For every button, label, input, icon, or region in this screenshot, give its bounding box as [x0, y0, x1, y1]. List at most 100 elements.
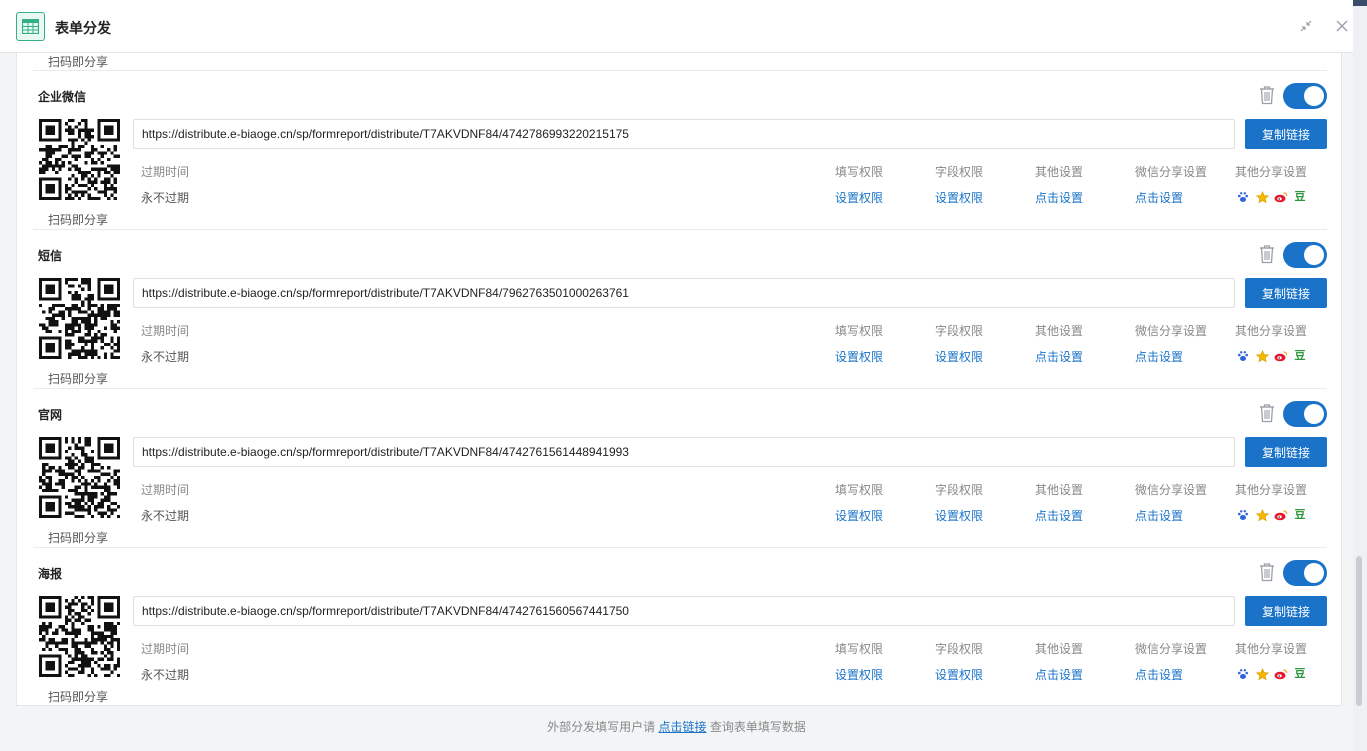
enable-toggle[interactable]	[1283, 560, 1327, 586]
wechat-share-link[interactable]: 点击设置	[1135, 348, 1183, 365]
field-permission-link[interactable]: 设置权限	[935, 189, 983, 206]
wechat-share-link[interactable]: 点击设置	[1135, 507, 1183, 524]
field-permission-header: 字段权限	[935, 483, 984, 497]
weibo-icon[interactable]	[1274, 349, 1288, 363]
enable-toggle[interactable]	[1283, 242, 1327, 268]
trash-icon[interactable]	[1258, 403, 1276, 423]
douban-icon[interactable]: 豆	[1293, 667, 1307, 681]
weibo-icon[interactable]	[1274, 508, 1288, 522]
qr-code	[39, 119, 120, 200]
fill-permission-link[interactable]: 设置权限	[835, 189, 883, 206]
expire-value: 永不过期	[141, 191, 190, 205]
channel-name: 短信	[38, 249, 63, 263]
other-settings-link[interactable]: 点击设置	[1035, 348, 1083, 365]
channel-section: 短信 扫码即分享 https://distribute.e-biaoge.cn/…	[17, 230, 1341, 389]
qr-caption: 扫码即分享	[48, 531, 109, 545]
field-permission-link[interactable]: 设置权限	[935, 348, 983, 365]
trash-icon[interactable]	[1258, 562, 1276, 582]
channel-section: 海报 扫码即分享 https://distribute.e-biaoge.cn/…	[17, 548, 1341, 705]
weibo-icon[interactable]	[1274, 190, 1288, 204]
expire-value: 永不过期	[141, 509, 190, 523]
douban-icon[interactable]: 豆	[1293, 190, 1307, 204]
star-icon[interactable]	[1255, 190, 1269, 204]
channel-name: 官网	[38, 408, 63, 422]
distribution-list[interactable]: 扫码即分享 企业微信 扫码即分享 https://distribute.e-bi…	[16, 53, 1342, 706]
other-settings-header: 其他设置	[1035, 324, 1084, 338]
share-url-field[interactable]: https://distribute.e-biaoge.cn/sp/formre…	[133, 596, 1235, 626]
scrollbar[interactable]	[1356, 556, 1362, 706]
fill-permission-header: 填写权限	[835, 165, 884, 179]
expire-header: 过期时间	[141, 483, 190, 497]
wechat-share-header: 微信分享设置	[1135, 642, 1208, 656]
fill-permission-header: 填写权限	[835, 324, 884, 338]
expire-header: 过期时间	[141, 642, 190, 656]
copy-link-button[interactable]: 复制链接	[1245, 596, 1327, 626]
copy-link-button[interactable]: 复制链接	[1245, 437, 1327, 467]
fill-permission-link[interactable]: 设置权限	[835, 507, 883, 524]
share-url-field[interactable]: https://distribute.e-biaoge.cn/sp/formre…	[133, 437, 1235, 467]
star-icon[interactable]	[1255, 349, 1269, 363]
fill-permission-header: 填写权限	[835, 483, 884, 497]
field-permission-header: 字段权限	[935, 642, 984, 656]
other-settings-link[interactable]: 点击设置	[1035, 507, 1083, 524]
share-icons: 豆	[1236, 190, 1307, 204]
baidu-paw-icon[interactable]	[1236, 349, 1250, 363]
douban-icon[interactable]: 豆	[1293, 349, 1307, 363]
dialog-header: 表单分发	[0, 0, 1353, 53]
copy-link-button[interactable]: 复制链接	[1245, 278, 1327, 308]
close-icon[interactable]	[1333, 17, 1351, 35]
trash-icon[interactable]	[1258, 85, 1276, 105]
dialog-title: 表单分发	[55, 20, 111, 36]
other-settings-link[interactable]: 点击设置	[1035, 189, 1083, 206]
wechat-share-header: 微信分享设置	[1135, 324, 1208, 338]
fill-permission-link[interactable]: 设置权限	[835, 348, 883, 365]
qr-caption: 扫码即分享	[48, 690, 109, 704]
field-permission-link[interactable]: 设置权限	[935, 507, 983, 524]
other-settings-header: 其他设置	[1035, 165, 1084, 179]
channel-name: 海报	[38, 567, 63, 581]
minimize-icon[interactable]	[1297, 17, 1315, 35]
weibo-icon[interactable]	[1274, 667, 1288, 681]
footer-note: 外部分发填写用户请 点击链接 查询表单填写数据	[0, 718, 1353, 735]
other-settings-link[interactable]: 点击设置	[1035, 666, 1083, 683]
other-settings-header: 其他设置	[1035, 642, 1084, 656]
share-icons: 豆	[1236, 349, 1307, 363]
wechat-share-link[interactable]: 点击设置	[1135, 666, 1183, 683]
other-share-header: 其他分享设置	[1235, 483, 1308, 497]
qr-caption: 扫码即分享	[48, 55, 109, 69]
enable-toggle[interactable]	[1283, 83, 1327, 109]
toggle-knob	[1304, 404, 1324, 424]
channel-name: 企业微信	[38, 90, 87, 104]
wechat-share-header: 微信分享设置	[1135, 165, 1208, 179]
baidu-paw-icon[interactable]	[1236, 667, 1250, 681]
field-permission-header: 字段权限	[935, 165, 984, 179]
baidu-paw-icon[interactable]	[1236, 190, 1250, 204]
toggle-knob	[1304, 86, 1324, 106]
trash-icon[interactable]	[1258, 244, 1276, 264]
table-icon	[16, 12, 45, 41]
star-icon[interactable]	[1255, 667, 1269, 681]
qr-code	[39, 596, 120, 677]
qr-code	[39, 437, 120, 518]
fill-permission-link[interactable]: 设置权限	[835, 666, 883, 683]
other-share-header: 其他分享设置	[1235, 642, 1308, 656]
baidu-paw-icon[interactable]	[1236, 508, 1250, 522]
star-icon[interactable]	[1255, 508, 1269, 522]
field-permission-link[interactable]: 设置权限	[935, 666, 983, 683]
wechat-share-link[interactable]: 点击设置	[1135, 189, 1183, 206]
other-share-header: 其他分享设置	[1235, 165, 1308, 179]
footer-text-after: 查询表单填写数据	[709, 720, 806, 734]
share-url-field[interactable]: https://distribute.e-biaoge.cn/sp/formre…	[133, 119, 1235, 149]
expire-header: 过期时间	[141, 324, 190, 338]
qr-caption: 扫码即分享	[48, 372, 109, 386]
share-url-field[interactable]: https://distribute.e-biaoge.cn/sp/formre…	[133, 278, 1235, 308]
share-icons: 豆	[1236, 667, 1307, 681]
enable-toggle[interactable]	[1283, 401, 1327, 427]
fill-permission-header: 填写权限	[835, 642, 884, 656]
copy-link-button[interactable]: 复制链接	[1245, 119, 1327, 149]
qr-caption: 扫码即分享	[48, 213, 109, 227]
douban-icon[interactable]: 豆	[1293, 508, 1307, 522]
footer-link[interactable]: 点击链接	[658, 720, 706, 734]
expire-header: 过期时间	[141, 165, 190, 179]
footer-text-before: 外部分发填写用户请	[547, 720, 656, 734]
